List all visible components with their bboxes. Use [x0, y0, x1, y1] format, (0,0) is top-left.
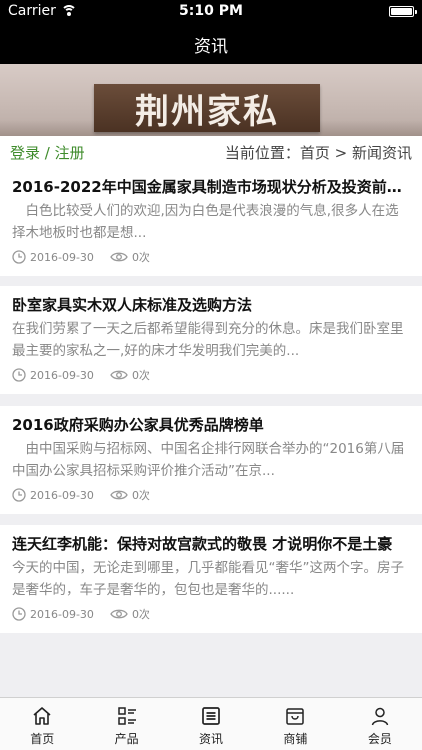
article-views: 0次: [131, 608, 150, 621]
article-summary: 由中国采购与招标网、中国名企排行网联合举办的“2016第八届中国办公家具招标采购…: [12, 441, 405, 479]
status-time: 5:10 PM: [179, 3, 243, 19]
article-meta: 2016-09-30 0次: [12, 486, 150, 504]
clock-icon: [12, 488, 26, 502]
eye-icon: [110, 252, 128, 262]
article-date: 2016-09-30: [30, 368, 94, 382]
article-title[interactable]: 2016-2022年中国金属家具制造市场现状分析及投资前景研究报告: [12, 176, 410, 197]
clock-icon: [12, 607, 26, 621]
shop-icon: [286, 708, 305, 725]
sign-text: 荆州家私: [135, 91, 279, 132]
clock-icon: [12, 368, 26, 382]
article-date: 2016-09-30: [30, 607, 94, 621]
tab-label: 会员: [367, 732, 392, 746]
eye-icon: [110, 609, 128, 619]
eye-icon: [110, 490, 128, 500]
article-title[interactable]: 卧室家具实木双人床标准及选购方法: [12, 294, 410, 315]
article-meta: 2016-09-30 0次: [12, 605, 150, 623]
banner-image: 荆州家私: [0, 64, 422, 136]
bottom-tab-bar: 首页 产品 资讯 商铺 会员: [0, 697, 422, 750]
tab-news[interactable]: 资讯: [169, 698, 253, 750]
tab-label: 资讯: [199, 732, 224, 746]
top-header: Carrier 5:10 PM 资讯: [0, 0, 422, 64]
tab-label: 首页: [30, 732, 55, 746]
article-views: 0次: [131, 251, 150, 264]
battery-level: [391, 8, 412, 15]
article-summary: 今天的中国，无论走到哪里，几乎都能看见“奢华”这两个字。房子是奢华的，车子是奢华…: [12, 560, 404, 598]
tab-label: 产品: [114, 732, 139, 746]
home-icon: [33, 707, 51, 725]
article-date: 2016-09-30: [30, 488, 94, 502]
article-item[interactable]: 卧室家具实木双人床标准及选购方法 在我们劳累了一天之后都希望能得到充分的休息。床…: [0, 286, 422, 394]
breadcrumb-bar: 登录 / 注册 当前位置：首页 > 新闻资讯: [0, 136, 422, 168]
status-bar: Carrier 5:10 PM: [0, 0, 422, 22]
user-icon: [371, 707, 389, 726]
article-item[interactable]: 连天红李机能：保持对故宫款式的敬畏 才说明你不是土豪 今天的中国，无论走到哪里，…: [0, 525, 422, 633]
eye-icon: [110, 370, 128, 380]
article-views: 0次: [131, 489, 150, 502]
tab-member[interactable]: 会员: [338, 698, 422, 750]
store-sign: 荆州家私: [94, 84, 320, 132]
article-meta: 2016-09-30 0次: [12, 248, 150, 266]
article-item[interactable]: 2016政府采购办公家具优秀品牌榜单 由中国采购与招标网、中国名企排行网联合举办…: [0, 406, 422, 514]
login-register-link[interactable]: 登录 / 注册: [10, 142, 85, 163]
tab-products[interactable]: 产品: [84, 698, 168, 750]
tab-shop[interactable]: 商铺: [253, 698, 337, 750]
tab-home[interactable]: 首页: [0, 698, 84, 750]
article-meta: 2016-09-30 0次: [12, 366, 150, 384]
article-item[interactable]: 2016-2022年中国金属家具制造市场现状分析及投资前景研究报告 白色比较受人…: [0, 168, 422, 276]
article-summary: 在我们劳累了一天之后都希望能得到充分的休息。床是我们卧室里最主要的家私之一,好的…: [12, 321, 404, 359]
news-icon: [202, 707, 220, 725]
article-summary: 白色比较受人们的欢迎,因为白色是代表浪漫的气息,很多人在选择木地板时也都是想..…: [12, 203, 399, 241]
article-views: 0次: [131, 369, 150, 382]
page-title: 资讯: [194, 37, 228, 57]
clock-icon: [12, 250, 26, 264]
article-title[interactable]: 连天红李机能：保持对故宫款式的敬畏 才说明你不是土豪: [12, 533, 410, 554]
list-icon: [117, 707, 136, 725]
article-title[interactable]: 2016政府采购办公家具优秀品牌榜单: [12, 414, 410, 435]
breadcrumb: 当前位置：首页 > 新闻资讯: [224, 144, 412, 162]
battery-icon: [389, 6, 417, 17]
article-date: 2016-09-30: [30, 250, 94, 264]
tab-label: 商铺: [283, 732, 308, 746]
